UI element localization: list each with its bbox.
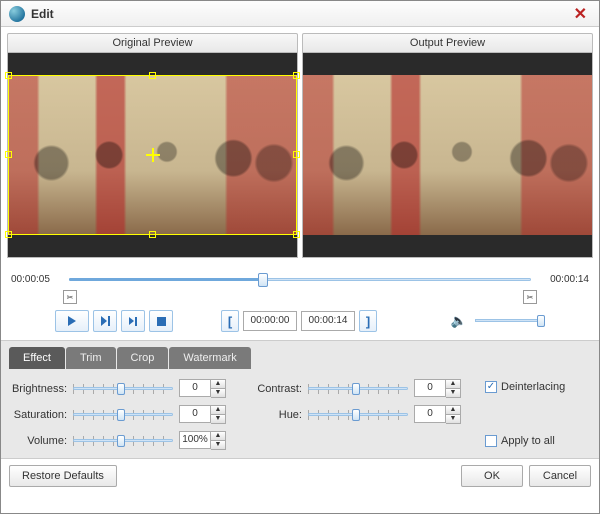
trim-start-field[interactable]: 00:00:00 [243,311,297,331]
step-icon [101,316,110,326]
tab-crop[interactable]: Crop [117,347,169,369]
brightness-label: Brightness: [9,383,67,395]
tab-watermark[interactable]: Watermark [169,347,250,369]
volume-param-slider[interactable] [73,434,173,448]
hue-slider[interactable] [308,408,408,422]
crop-handle[interactable] [5,72,12,79]
ok-button[interactable]: OK [461,465,523,487]
volume-label: Volume: [9,435,67,447]
brightness-field[interactable]: 0 [179,379,211,397]
output-preview-header: Output Preview [302,33,593,53]
cancel-button[interactable]: Cancel [529,465,591,487]
tab-trim[interactable]: Trim [66,347,116,369]
saturation-stepper[interactable]: ▲▼ [211,405,226,424]
set-start-button[interactable]: [ [221,310,239,332]
window-title: Edit [31,7,54,21]
crop-handle[interactable] [293,151,300,158]
output-preview [302,53,593,258]
tab-effect[interactable]: Effect [9,347,65,369]
apply-all-label: Apply to all [501,435,555,447]
original-preview[interactable] [7,53,298,258]
stop-icon [157,317,166,326]
contrast-field[interactable]: 0 [414,379,446,397]
contrast-stepper[interactable]: ▲▼ [446,379,461,398]
trim-end-marker[interactable]: ✂ [523,290,537,304]
original-preview-header: Original Preview [7,33,298,53]
hue-field[interactable]: 0 [414,405,446,423]
contrast-slider[interactable] [308,382,408,396]
apply-all-checkbox[interactable]: Apply to all [485,435,565,447]
close-icon[interactable]: ✕ [570,4,591,24]
restore-defaults-button[interactable]: Restore Defaults [9,465,117,487]
app-icon [9,6,25,22]
saturation-label: Saturation: [9,409,67,421]
set-end-button[interactable]: ] [359,310,377,332]
trim-start-marker[interactable]: ✂ [63,290,77,304]
crop-handle[interactable] [5,231,12,238]
crop-handle[interactable] [5,151,12,158]
saturation-slider[interactable] [73,408,173,422]
hue-label: Hue: [244,409,302,421]
hue-stepper[interactable]: ▲▼ [446,405,461,424]
crop-selection[interactable] [8,75,297,235]
next-button[interactable] [121,310,145,332]
crop-center-icon[interactable] [146,148,160,162]
step-button[interactable] [93,310,117,332]
next-icon [129,317,137,326]
crop-handle[interactable] [149,72,156,79]
deinterlacing-checkbox[interactable]: Deinterlacing [485,381,565,393]
brightness-stepper[interactable]: ▲▼ [211,379,226,398]
checkbox-icon [485,435,497,447]
volume-field[interactable]: 100% [179,431,211,449]
crop-handle[interactable] [293,231,300,238]
contrast-label: Contrast: [244,383,302,395]
deinterlacing-label: Deinterlacing [501,381,565,393]
volume-stepper[interactable]: ▲▼ [211,431,226,450]
timeline-slider[interactable] [69,272,531,286]
checkbox-icon [485,381,497,393]
timeline-end-time: 00:00:14 [537,274,589,285]
play-button[interactable] [55,310,89,332]
crop-handle[interactable] [149,231,156,238]
volume-slider[interactable] [475,315,545,327]
trim-end-field[interactable]: 00:00:14 [301,311,355,331]
stop-button[interactable] [149,310,173,332]
play-icon [68,316,76,326]
brightness-slider[interactable] [73,382,173,396]
volume-icon[interactable]: 🔈 [451,313,467,329]
crop-handle[interactable] [293,72,300,79]
saturation-field[interactable]: 0 [179,405,211,423]
timeline-start-time: 00:00:05 [11,274,63,285]
